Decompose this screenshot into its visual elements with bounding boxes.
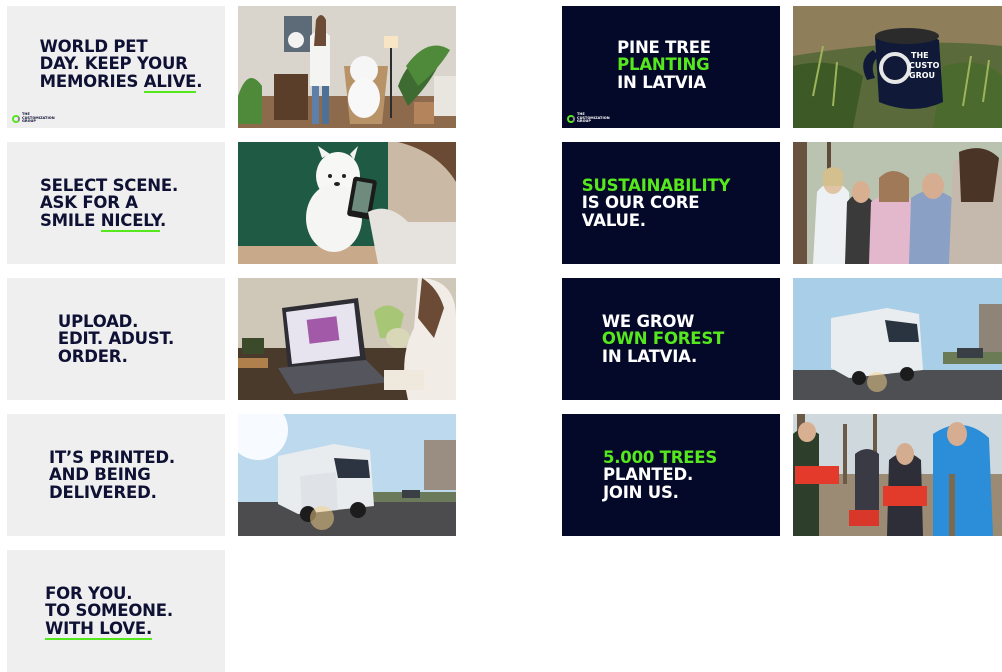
slide-for-you: FOR YOU. TO SOMEONE. WITH LOVE. <box>7 550 225 672</box>
slide-line: TO SOMEONE. <box>45 601 173 621</box>
slide-line: EDIT. ADUST. <box>57 329 175 349</box>
slide-select-scene: SELECT SCENE. ASK FOR A SMILE NICELY. <box>7 142 225 264</box>
slide-line: PINE TREE <box>617 37 711 57</box>
logo-ring-icon <box>567 114 575 123</box>
slide-line: MEMORIES ALIVE. <box>39 71 203 93</box>
photo-branded-mug-in-grass: THE CUSTO GROU <box>793 6 1002 128</box>
photo-dog-phone-selfie <box>238 142 456 264</box>
slide-line-highlight: OWN FOREST <box>601 329 725 349</box>
slide-line: UPLOAD. <box>57 311 139 331</box>
slide-upload-edit: UPLOAD. EDIT. ADUST. ORDER. <box>7 278 225 400</box>
photo-woman-hanging-dog-picture <box>238 6 456 128</box>
slide-line: AND BEING <box>49 465 151 485</box>
slide-line: FOR YOU. <box>45 583 133 603</box>
slide-line: WITH LOVE. <box>45 618 173 640</box>
slide-line: IN LATVIA <box>617 72 706 92</box>
slide-line: VALUE. <box>581 210 646 230</box>
slide-trees-planted: 5.000 TREES PLANTED. JOIN US. <box>562 414 780 536</box>
mug-text: THE <box>911 51 929 60</box>
photo-van-on-road <box>793 278 1002 400</box>
photo-group-outdoors <box>793 142 1002 264</box>
photo-planting-trees <box>793 414 1002 536</box>
slide-line-highlight: SUSTAINABILITY <box>581 175 731 195</box>
slide-line: DELIVERED. <box>49 482 157 502</box>
slide-line: ASK FOR A <box>39 193 138 213</box>
underlined-word: NICELY <box>100 210 161 232</box>
slide-line: IN LATVIA. <box>601 346 698 366</box>
slide-sustainability: SUSTAINABILITY IS OUR CORE VALUE. <box>562 142 780 264</box>
company-logo: THE CUSTOMIZATION GROUP <box>12 113 55 124</box>
logo-ring-icon <box>12 114 20 123</box>
slide-line: SELECT SCENE. <box>39 175 179 195</box>
company-logo: THE CUSTOMIZATION GROUP <box>567 113 610 124</box>
underlined-word: ALIVE <box>143 71 197 93</box>
slide-line: ORDER. <box>57 346 128 366</box>
mug-text: CUSTO <box>909 61 940 70</box>
underlined-word: WITH LOVE. <box>45 618 153 640</box>
slide-line: SMILE NICELY. <box>39 210 167 232</box>
slide-line-highlight: PLANTING <box>617 55 710 75</box>
slide-line: DAY. KEEP YOUR <box>39 54 188 74</box>
slide-line: WORLD PET <box>39 36 148 56</box>
photo-delivery-van <box>238 414 456 536</box>
slide-pine-tree-planting: PINE TREE PLANTING IN LATVIA THE CUSTOMIZ… <box>562 6 780 128</box>
mug-text: GROU <box>909 71 935 80</box>
slide-world-pet-day: WORLD PET DAY. KEEP YOUR MEMORIES ALIVE.… <box>7 6 225 128</box>
slide-line: WE GROW <box>601 311 695 331</box>
slide-line: PLANTED. <box>602 465 694 485</box>
slide-line-highlight: 5.000 TREES <box>602 447 718 467</box>
slide-line: IS OUR CORE <box>581 193 700 213</box>
slide-grow-forest: WE GROW OWN FOREST IN LATVIA. <box>562 278 780 400</box>
slide-line: IT’S PRINTED. <box>49 447 175 467</box>
photo-laptop-editing <box>238 278 456 400</box>
slide-printed-delivered: IT’S PRINTED. AND BEING DELIVERED. <box>7 414 225 536</box>
slide-line: JOIN US. <box>602 482 679 502</box>
